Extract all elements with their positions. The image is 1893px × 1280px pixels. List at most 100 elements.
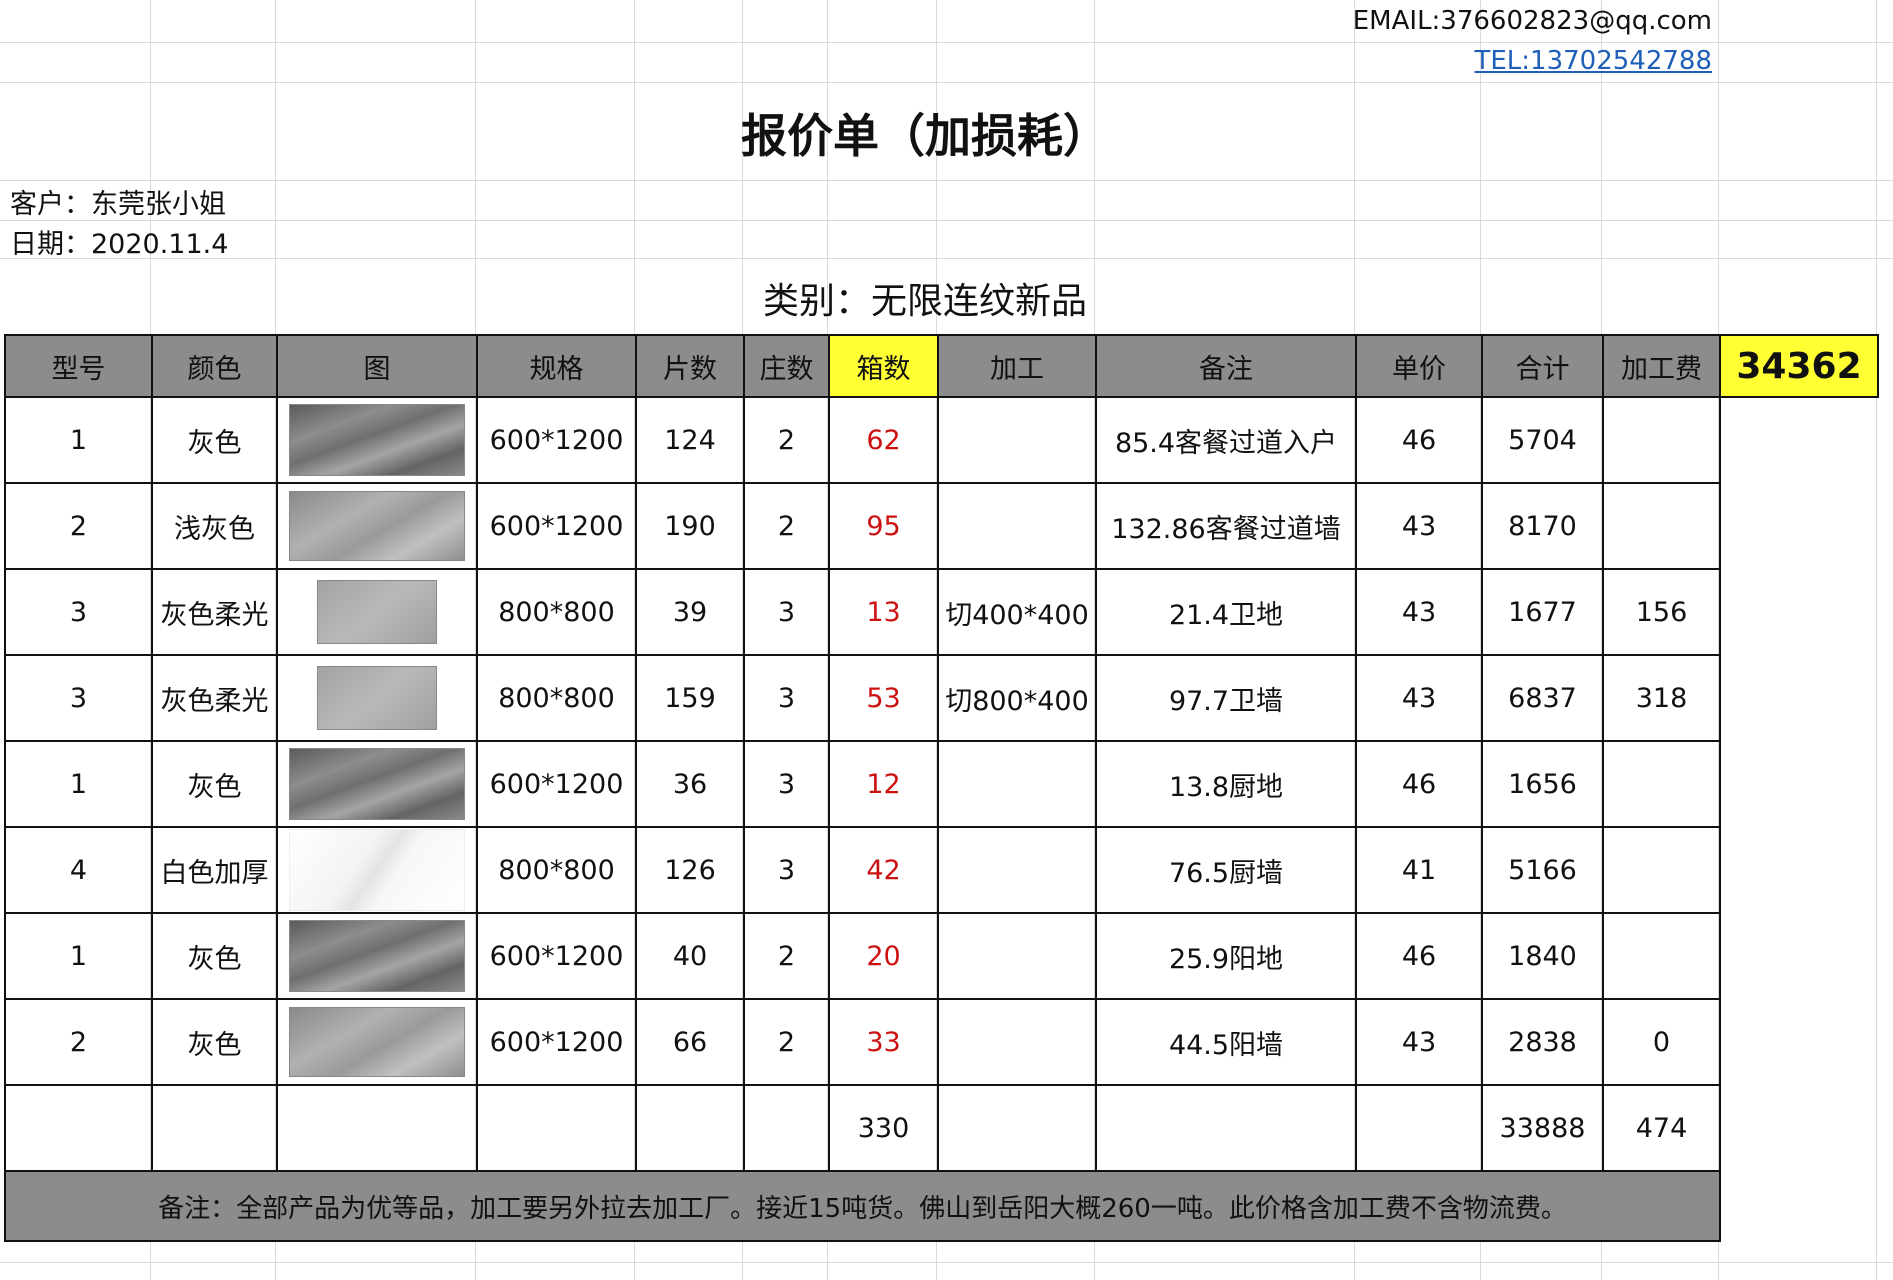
cell-note: 85.4客餐过道入户 xyxy=(1095,396,1357,484)
table-row: 2 浅灰色 600*1200 190 2 95 132.86客餐过道墙 43 8… xyxy=(4,482,1878,570)
cell-color: 灰色 xyxy=(151,396,278,484)
cell-price: 43 xyxy=(1355,654,1483,742)
table-row: 1 灰色 600*1200 124 2 62 85.4客餐过道入户 46 570… xyxy=(4,396,1878,484)
cell-price: 46 xyxy=(1355,912,1483,1000)
cell-color: 灰色 xyxy=(151,912,278,1000)
header-row: 型号 颜色 图 规格 片数 庄数 箱数 加工 备注 单价 合计 加工费 3436… xyxy=(4,334,1879,398)
cell-pieces: 190 xyxy=(635,482,745,570)
table-row: 3 灰色柔光 800*800 39 3 13 切400*400 21.4卫地 4… xyxy=(4,568,1878,656)
cell-price: 43 xyxy=(1355,482,1483,570)
table-row: 1 灰色 600*1200 36 3 12 13.8厨地 46 1656 xyxy=(4,740,1878,828)
cell-pieces: 159 xyxy=(635,654,745,742)
cell-total: 1677 xyxy=(1481,568,1604,656)
tel-link[interactable]: TEL:13702542788 xyxy=(1474,46,1712,76)
cell-stacks: 3 xyxy=(743,826,830,914)
cell-spec: 600*1200 xyxy=(476,912,637,1000)
date-label: 日期：2020.11.4 xyxy=(10,229,229,260)
cell-stacks: 3 xyxy=(743,740,830,828)
cell-process: 切800*400 xyxy=(937,654,1097,742)
cell-boxes: 13 xyxy=(828,568,939,656)
tile-image xyxy=(317,666,437,730)
cell-stacks: 3 xyxy=(743,568,830,656)
cell-spec: 800*800 xyxy=(476,568,637,656)
cell-total: 5166 xyxy=(1481,826,1604,914)
cell-image xyxy=(276,482,478,570)
sum-total: 33888 xyxy=(1481,1084,1604,1172)
cell-price: 46 xyxy=(1355,740,1483,828)
cell-spec: 600*1200 xyxy=(476,482,637,570)
cell-pieces: 40 xyxy=(635,912,745,1000)
cell-note: 13.8厨地 xyxy=(1095,740,1357,828)
cell-note: 44.5阳墙 xyxy=(1095,998,1357,1086)
cell-color: 灰色 xyxy=(151,998,278,1086)
cell-price: 43 xyxy=(1355,568,1483,656)
cell-model: 2 xyxy=(4,482,153,570)
cell-model: 1 xyxy=(4,396,153,484)
cell-empty xyxy=(1355,1084,1483,1172)
cell-boxes: 12 xyxy=(828,740,939,828)
cell-empty xyxy=(276,1084,478,1172)
customer-label: 客户：东莞张小姐 xyxy=(10,189,226,220)
cell-empty xyxy=(151,1084,278,1172)
cell-pieces: 36 xyxy=(635,740,745,828)
cell-boxes: 42 xyxy=(828,826,939,914)
cell-process xyxy=(937,826,1097,914)
cell-stacks: 2 xyxy=(743,482,830,570)
cell-model: 3 xyxy=(4,654,153,742)
cell-boxes: 62 xyxy=(828,396,939,484)
col-total-header: 合计 xyxy=(1481,334,1604,398)
table-row: 3 灰色柔光 800*800 159 3 53 切800*400 97.7卫墙 … xyxy=(4,654,1878,742)
tile-image xyxy=(317,580,437,644)
cell-image xyxy=(276,740,478,828)
cell-note: 132.86客餐过道墙 xyxy=(1095,482,1357,570)
cell-fee xyxy=(1602,482,1721,570)
tile-image xyxy=(289,1007,465,1077)
cell-color: 灰色 xyxy=(151,740,278,828)
cell-image xyxy=(276,912,478,1000)
sum-fee: 474 xyxy=(1602,1084,1721,1172)
tile-image xyxy=(289,491,465,561)
col-spec-header: 规格 xyxy=(476,334,637,398)
col-color-header: 颜色 xyxy=(151,334,278,398)
cell-total: 5704 xyxy=(1481,396,1604,484)
cell-process xyxy=(937,396,1097,484)
cell-process xyxy=(937,740,1097,828)
cell-image xyxy=(276,826,478,914)
col-stacks-header: 庄数 xyxy=(743,334,830,398)
cell-total: 1840 xyxy=(1481,912,1604,1000)
cell-note: 76.5厨墙 xyxy=(1095,826,1357,914)
cell-empty xyxy=(937,1084,1097,1172)
cell-total: 2838 xyxy=(1481,998,1604,1086)
cell-empty xyxy=(635,1084,745,1172)
cell-process: 切400*400 xyxy=(937,568,1097,656)
cell-empty xyxy=(476,1084,637,1172)
cell-color: 灰色柔光 xyxy=(151,654,278,742)
table-row: 2 灰色 600*1200 66 2 33 44.5阳墙 43 2838 0 xyxy=(4,998,1878,1086)
cell-stacks: 2 xyxy=(743,396,830,484)
cell-color: 浅灰色 xyxy=(151,482,278,570)
cell-stacks: 3 xyxy=(743,654,830,742)
cell-note: 97.7卫墙 xyxy=(1095,654,1357,742)
cell-image xyxy=(276,396,478,484)
col-pieces-header: 片数 xyxy=(635,334,745,398)
cell-total: 6837 xyxy=(1481,654,1604,742)
cell-color: 白色加厚 xyxy=(151,826,278,914)
grand-total-cell: 34362 xyxy=(1719,334,1879,398)
cell-model: 3 xyxy=(4,568,153,656)
cell-price: 43 xyxy=(1355,998,1483,1086)
cell-color: 灰色柔光 xyxy=(151,568,278,656)
tile-image xyxy=(289,404,465,476)
cell-stacks: 2 xyxy=(743,998,830,1086)
cell-spec: 600*1200 xyxy=(476,740,637,828)
cell-price: 46 xyxy=(1355,396,1483,484)
cell-note: 25.9阳地 xyxy=(1095,912,1357,1000)
cell-empty xyxy=(1095,1084,1357,1172)
cell-process xyxy=(937,912,1097,1000)
cell-image xyxy=(276,568,478,656)
cell-image xyxy=(276,998,478,1086)
col-process-header: 加工 xyxy=(937,334,1097,398)
cell-empty xyxy=(743,1084,830,1172)
tile-image xyxy=(289,829,465,911)
category-label: 类别：无限连纹新品 xyxy=(762,281,1087,322)
tile-image xyxy=(289,748,465,820)
